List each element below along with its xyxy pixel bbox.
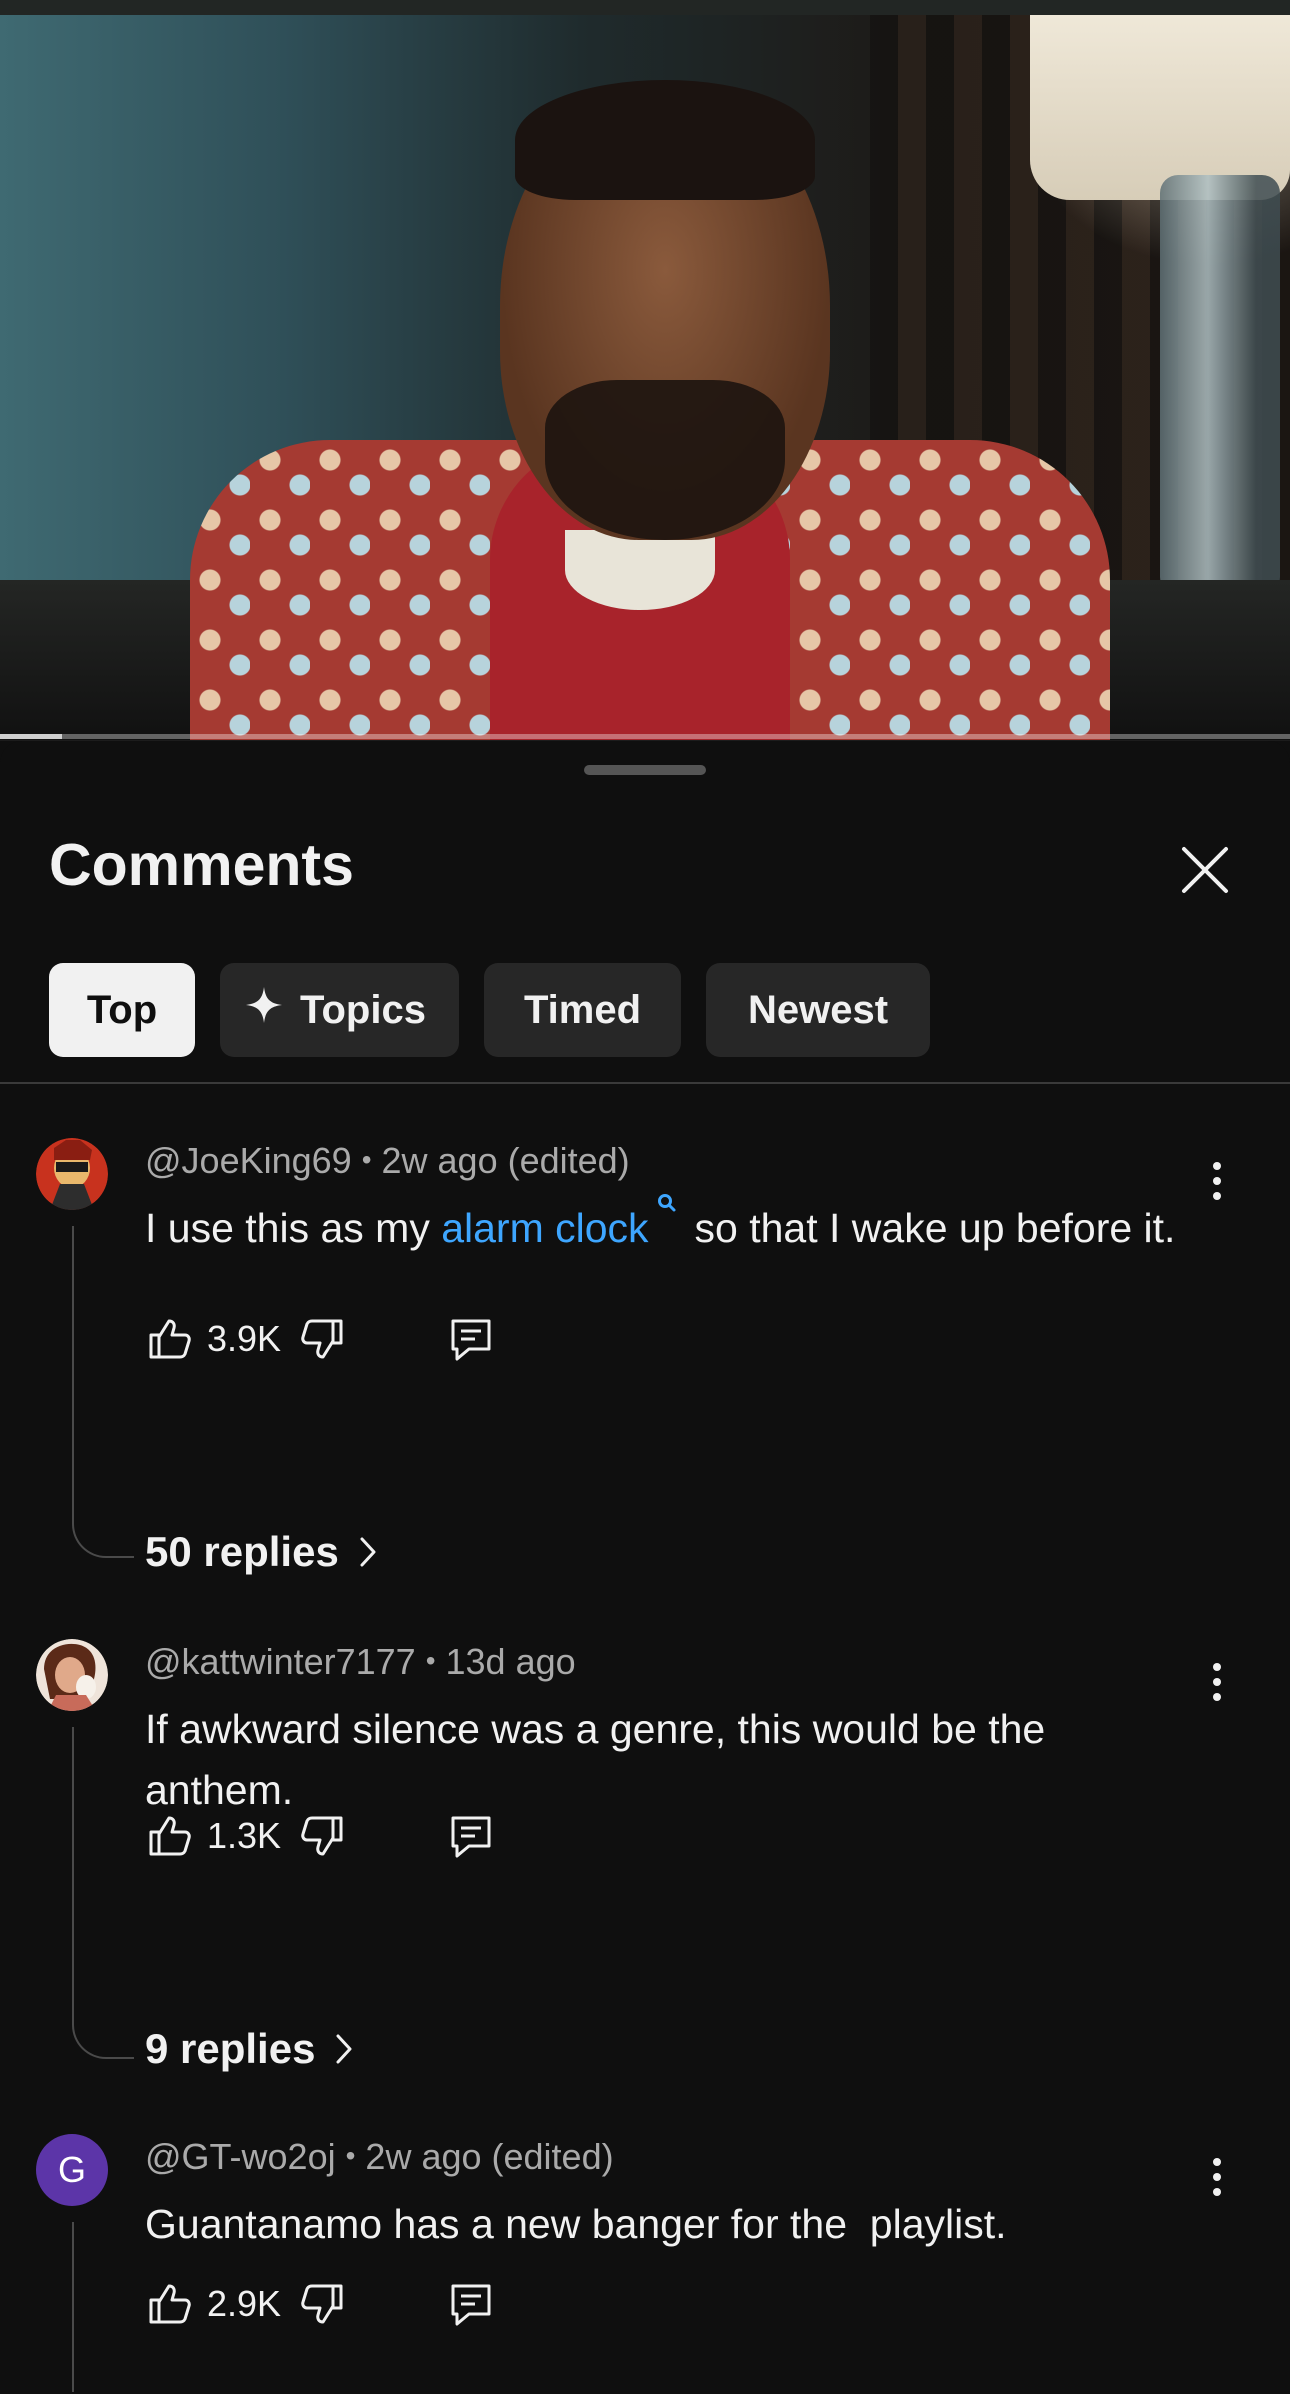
comment-item: @JoeKing69 • 2w ago (edited) I use this as… (0, 1138, 1290, 1575)
reply-icon[interactable] (447, 1315, 495, 1363)
comment-actions: 1.3K (145, 1806, 495, 1866)
meta-separator: • (345, 2140, 356, 2171)
comment-actions: 3.9K (145, 1309, 495, 1369)
thread-line (72, 1226, 74, 1516)
dislike-icon[interactable] (299, 2280, 347, 2328)
chip-topics-label: Topics (300, 987, 426, 1032)
reply-icon[interactable] (447, 1812, 495, 1860)
video-person-shirt (565, 530, 715, 610)
video-progress-bar[interactable] (0, 734, 1290, 739)
dislike-icon[interactable] (299, 1315, 347, 1363)
sort-chips: Top Topics Timed Newest (49, 963, 930, 1057)
chip-top[interactable]: Top (49, 963, 195, 1057)
comment-item: G @GT-wo2oj • 2w ago (edited) Guantanamo h… (0, 2134, 1290, 2394)
chevron-right-icon (360, 1537, 376, 1567)
video-top-strip (0, 0, 1290, 15)
chip-timed[interactable]: Timed (484, 963, 681, 1057)
comments-title: Comments (49, 832, 354, 898)
video-lamp-base (1160, 175, 1280, 595)
like-icon[interactable] (145, 1812, 193, 1860)
header-divider (0, 1082, 1290, 1084)
thread-line (72, 2222, 74, 2392)
chip-newest[interactable]: Newest (706, 963, 930, 1057)
chip-newest-label: Newest (747, 987, 889, 1032)
thread-connector (72, 2017, 134, 2059)
like-count: 2.9K (207, 2283, 282, 2324)
comment-author[interactable]: @GT-wo2oj (145, 2136, 336, 2177)
comment-text: I use this as my alarm clock so that I wa… (145, 1194, 1195, 1259)
avatar-letter: G (57, 2149, 86, 2190)
comment-author[interactable]: @kattwinter7177 (145, 1641, 416, 1682)
comment-meta: @kattwinter7177 • 13d ago (145, 1641, 576, 1683)
comment-time: 2w ago (edited) (365, 2136, 614, 2177)
video-player[interactable] (0, 0, 1290, 741)
search-link[interactable]: alarm clock (441, 1205, 648, 1251)
more-options-icon[interactable] (1200, 1156, 1234, 1206)
thread-connector (72, 1516, 134, 1558)
like-count: 3.9K (207, 1318, 282, 1359)
avatar[interactable] (36, 1639, 108, 1711)
replies-count: 50 replies (145, 1528, 339, 1575)
sparkle-icon (244, 985, 284, 1035)
reply-icon[interactable] (447, 2280, 495, 2328)
comment-item: @kattwinter7177 • 13d ago If awkward silen… (0, 1639, 1290, 2072)
chip-topics[interactable]: Topics (220, 963, 459, 1057)
comment-text: If awkward silence was a genre, this wou… (145, 1706, 1046, 1813)
thread-line (72, 1727, 74, 2017)
search-icon (657, 1194, 676, 1212)
comment-text: Guantanamo has a new banger for the play… (145, 2201, 1007, 2247)
like-icon[interactable] (145, 1315, 193, 1363)
close-icon[interactable] (1170, 835, 1240, 905)
video-lamp (1030, 15, 1290, 200)
view-replies-button[interactable]: 50 replies (145, 1528, 379, 1576)
comment-time: 2w ago (edited) (381, 1140, 630, 1181)
comment-author[interactable]: @JoeKing69 (145, 1140, 352, 1181)
more-options-icon[interactable] (1200, 1657, 1234, 1707)
meta-separator: • (425, 1645, 436, 1676)
chevron-right-icon (336, 2034, 352, 2064)
like-count: 1.3K (207, 1815, 282, 1856)
avatar[interactable]: G (36, 2134, 108, 2206)
comments-sheet: Comments Top Topics Timed Newest @JoeKin… (0, 741, 1290, 2392)
chip-top-label: Top (86, 987, 158, 1032)
more-options-icon[interactable] (1200, 2152, 1234, 2202)
video-person-beard (545, 380, 785, 540)
comment-text-start: I use this as my (145, 1205, 442, 1251)
view-replies-button[interactable]: 9 replies (145, 2025, 355, 2073)
comment-time: 13d ago (445, 1641, 576, 1682)
comment-text-end: so that I wake up before it. (694, 1205, 1176, 1251)
chip-timed-label: Timed (523, 987, 642, 1032)
like-icon[interactable] (145, 2280, 193, 2328)
comment-meta: @JoeKing69 • 2w ago (edited) (145, 1140, 630, 1182)
video-person-hair (515, 80, 815, 200)
comment-actions: 2.9K (145, 2274, 495, 2334)
replies-count: 9 replies (145, 2025, 316, 2072)
comment-meta: @GT-wo2oj • 2w ago (edited) (145, 2136, 614, 2178)
meta-separator: • (361, 1144, 372, 1175)
video-progress-fill (0, 734, 62, 739)
avatar[interactable] (36, 1138, 108, 1210)
drag-handle[interactable] (584, 765, 706, 775)
dislike-icon[interactable] (299, 1812, 347, 1860)
